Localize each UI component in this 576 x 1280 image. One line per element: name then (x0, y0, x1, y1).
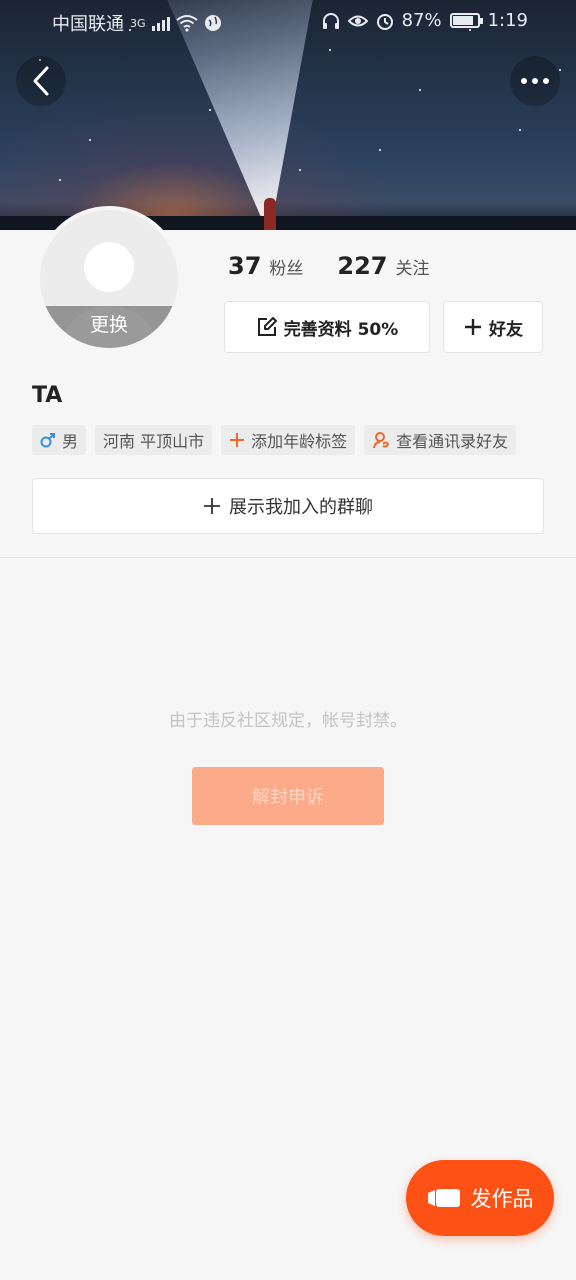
ban-notice: 由于违反社区规定，帐号封禁。 (169, 711, 407, 731)
video-camera-icon (427, 1189, 460, 1207)
eye-icon (347, 15, 368, 26)
contacts-tag[interactable]: 查看通讯录好友 (364, 425, 517, 455)
edit-profile-label: 完善资料 50% (283, 319, 399, 340)
plus-icon (230, 433, 245, 447)
show-groups-label: 展示我加入的群聊 (229, 497, 373, 518)
back-button[interactable] (16, 56, 66, 106)
chevron-left-icon (33, 66, 49, 96)
fans-stat[interactable]: 37 粉丝 (228, 252, 303, 280)
contacts-label: 查看通讯录好友 (396, 432, 509, 451)
add-age-label: 添加年龄标签 (251, 432, 348, 451)
plus-icon (204, 498, 220, 514)
stats-row: 37 粉丝 227 关注 (228, 252, 430, 280)
edit-profile-button[interactable]: 完善资料 50% (224, 301, 430, 353)
gender-label: 男 (62, 432, 79, 451)
more-button[interactable] (510, 56, 560, 106)
battery-percent: 87% (401, 10, 442, 31)
location-label: 河南 平顶山市 (103, 432, 205, 451)
person-figure (264, 198, 276, 230)
battery-icon (449, 13, 483, 28)
wifi-icon (175, 15, 198, 32)
fans-count: 37 (228, 252, 262, 280)
profile-name: TA (32, 383, 63, 408)
profile-tags: 男 河南 平顶山市 添加年龄标签 查看通讯录好友 (32, 425, 517, 455)
male-icon (40, 433, 55, 448)
carrier-label: 中国联通 (52, 14, 124, 35)
signal-icon (151, 15, 170, 31)
publish-button[interactable]: 发作品 (406, 1160, 554, 1236)
network-label: 3G (130, 16, 146, 30)
add-friend-label: 好友 (489, 319, 523, 340)
avatar-change-button[interactable]: 更换 (40, 306, 178, 348)
globe-icon (204, 15, 221, 31)
avatar[interactable]: 更换 (36, 206, 182, 352)
gender-tag[interactable]: 男 (32, 425, 87, 455)
add-friend-button[interactable]: 好友 (443, 301, 543, 353)
following-label: 关注 (395, 259, 430, 279)
following-count: 227 (337, 252, 388, 280)
fans-label: 粉丝 (269, 259, 304, 279)
alarm-icon (376, 13, 393, 30)
contacts-icon (373, 432, 390, 449)
edit-icon (257, 317, 277, 336)
add-age-tag[interactable]: 添加年龄标签 (221, 425, 356, 455)
more-dots-icon (521, 78, 549, 84)
avatar-head (84, 242, 134, 292)
publish-label: 发作品 (470, 1187, 534, 1211)
location-tag[interactable]: 河南 平顶山市 (95, 425, 213, 455)
plus-icon (465, 319, 481, 335)
clock-time: 1:19 (487, 10, 528, 31)
headphones-icon (322, 12, 339, 29)
following-stat[interactable]: 227 关注 (337, 252, 429, 280)
show-groups-button[interactable]: 展示我加入的群聊 (32, 478, 544, 534)
appeal-button[interactable]: 解封申诉 (192, 767, 384, 825)
status-bar: 中国联通 3G 87% 1:19 (0, 0, 576, 42)
